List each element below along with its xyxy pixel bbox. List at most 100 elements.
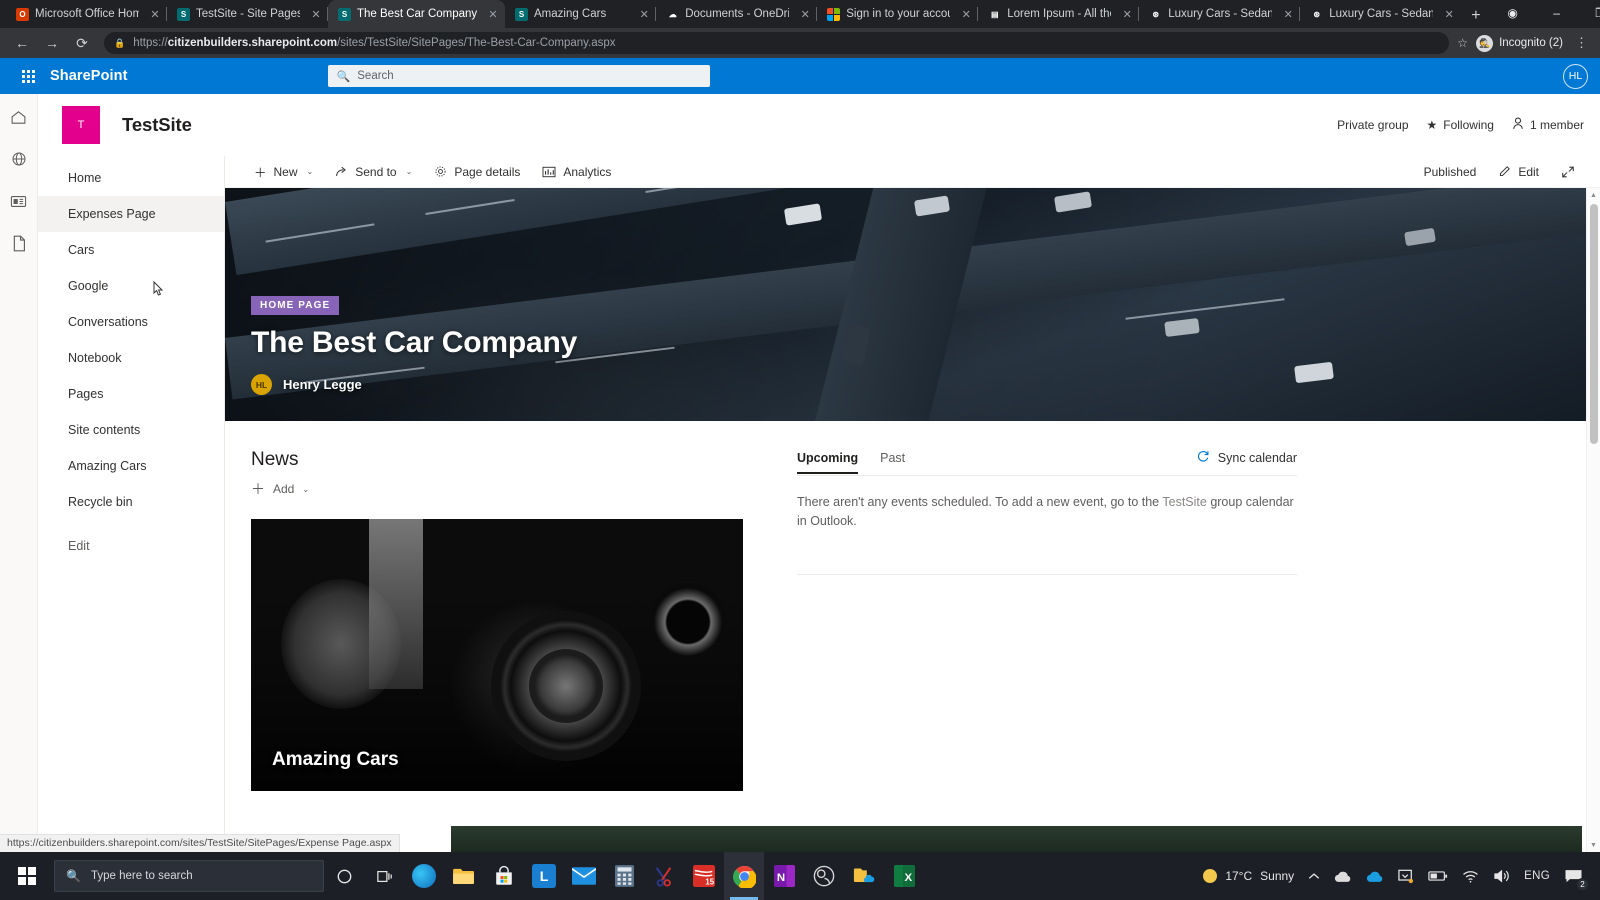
document-icon[interactable] [6,230,32,256]
adobe-icon[interactable]: 15 [684,852,724,900]
sidebar-item-google[interactable]: Google [64,268,224,304]
suite-bar-actions: HL [1563,63,1588,89]
start-button[interactable] [4,852,50,900]
tab-close-icon[interactable]: ✕ [1443,8,1455,21]
cloud-icon-gray[interactable] [1327,852,1359,900]
scrollbar-thumb[interactable] [1590,204,1598,444]
file-explorer-icon[interactable] [444,852,484,900]
members-button[interactable]: 1 member [1512,117,1584,133]
tab-close-icon[interactable]: ✕ [960,8,972,21]
browser-tab-8[interactable]: ⊛ Luxury Cars - Sedans, ✕ [1300,0,1461,28]
mail-icon[interactable] [564,852,604,900]
chrome-icon[interactable] [724,852,764,900]
edit-button[interactable]: Edit [1487,156,1550,188]
sidebar-item-cars[interactable]: Cars [64,232,224,268]
browser-tab-4[interactable]: ☁ Documents - OneDriv ✕ [656,0,818,28]
screen-icon[interactable] [1391,852,1421,900]
excel-icon[interactable]: X [884,852,924,900]
edge-icon[interactable] [404,852,444,900]
browser-tab-2-active[interactable]: S The Best Car Company ✕ [328,0,505,28]
obs-icon[interactable] [804,852,844,900]
calculator-icon[interactable] [604,852,644,900]
browser-tab-1[interactable]: S TestSite - Site Pages - ✕ [167,0,328,28]
hero-banner[interactable]: HOME PAGE The Best Car Company HL Henry … [225,188,1600,421]
browser-menu-icon[interactable]: ⋮ [1571,35,1592,51]
browser-tab-3[interactable]: S Amazing Cars ✕ [505,0,657,28]
analytics-button[interactable]: Analytics [531,156,622,188]
speaker-icon[interactable] [1486,852,1517,900]
tab-close-icon[interactable]: ✕ [1121,8,1133,21]
reload-button[interactable]: ⟳ [68,29,96,57]
testsite-group-link[interactable]: TestSite [1162,495,1206,509]
new-button[interactable]: ＋ New ⌄ [243,156,324,188]
wifi-icon[interactable] [1455,852,1486,900]
bookmark-star-icon[interactable]: ☆ [1457,36,1468,50]
search-input[interactable]: 🔍 Search [327,65,710,87]
browser-tab-5[interactable]: Sign in to your accoun ✕ [817,0,979,28]
task-view-icon[interactable] [364,852,404,900]
new-tab-button[interactable]: + [1461,7,1490,28]
tab-close-icon[interactable]: ✕ [487,8,499,21]
sidebar-item-pages[interactable]: Pages [64,376,224,412]
tab-close-icon[interactable]: ✕ [638,8,650,21]
avatar[interactable]: HL [1563,63,1588,89]
news-icon[interactable] [6,188,32,214]
scroll-up-arrow[interactable]: ▲ [1587,188,1600,202]
back-button[interactable]: ← [8,29,36,57]
news-web-part: News ＋ Add ⌄ Amazing Cars [251,449,771,791]
minimize-button[interactable]: – [1535,0,1579,26]
sharepoint-brand[interactable]: SharePoint [50,68,128,84]
address-bar[interactable]: 🔒 https://citizenbuilders.sharepoint.com… [104,32,1450,54]
pencil-icon [1498,165,1511,178]
sidebar-item-notebook[interactable]: Notebook [64,340,224,376]
site-logo[interactable]: T [62,106,100,144]
sync-calendar-button[interactable]: Sync calendar [1196,449,1297,475]
taskbar-search-input[interactable]: 🔍 Type here to search [54,860,324,892]
incognito-indicator[interactable]: 🕵 Incognito (2) [1476,34,1563,52]
news-card[interactable]: Amazing Cars [251,519,743,791]
language-indicator[interactable]: ENG [1517,852,1557,900]
page-title[interactable]: TestSite [122,114,192,136]
weather-widget[interactable]: 17°C Sunny [1196,852,1301,900]
add-news-button[interactable]: ＋ Add ⌄ [251,479,771,499]
page-scrollbar[interactable]: ▲ ▼ [1586,188,1600,852]
cortana-icon[interactable] [324,852,364,900]
tab-close-icon[interactable]: ✕ [310,8,322,21]
linkedin-icon[interactable]: L [524,852,564,900]
sidebar-edit-button[interactable]: Edit [64,528,224,564]
sidebar-item-expenses-page[interactable]: Expenses Page [38,196,224,232]
events-web-part: Upcoming Past Sync calendar There aren't… [797,449,1297,791]
expand-button[interactable] [1550,156,1586,188]
browser-tab-6[interactable]: ▤ Lorem Ipsum - All the ✕ [978,0,1140,28]
sidebar-item-recycle-bin[interactable]: Recycle bin [64,484,224,520]
notification-icon[interactable]: 2 [1557,852,1590,900]
following-button[interactable]: ★ Following [1427,118,1494,132]
scroll-down-arrow[interactable]: ▼ [1587,838,1600,852]
chevron-up-icon[interactable] [1301,852,1327,900]
onenote-icon[interactable]: N [764,852,804,900]
send-to-button[interactable]: Send to ⌄ [324,156,423,188]
tab-upcoming[interactable]: Upcoming [797,451,859,474]
tab-close-icon[interactable]: ✕ [799,8,811,21]
sidebar-item-site-contents[interactable]: Site contents [64,412,224,448]
sidebar-item-amazing-cars[interactable]: Amazing Cars [64,448,224,484]
sidebar-item-home[interactable]: Home [64,160,224,196]
forward-button[interactable]: → [38,29,66,57]
globe-icon[interactable] [6,146,32,172]
microsoft-store-icon[interactable] [484,852,524,900]
sidebar-item-conversations[interactable]: Conversations [64,304,224,340]
snip-tool-icon[interactable] [644,852,684,900]
page-details-button[interactable]: Page details [423,156,531,188]
tab-close-icon[interactable]: ✕ [149,8,161,21]
app-launcher-icon[interactable] [12,58,44,94]
cloud-icon-blue[interactable] [1359,852,1391,900]
browser-tab-7[interactable]: ⊛ Luxury Cars - Sedans, ✕ [1139,0,1301,28]
battery-icon[interactable] [1421,852,1455,900]
profile-dot-icon[interactable]: ◉ [1491,0,1535,26]
tab-past[interactable]: Past [880,451,905,474]
onedrive-folder-icon[interactable] [844,852,884,900]
maximize-button[interactable]: ❐ [1579,0,1600,26]
home-icon[interactable] [6,104,32,130]
browser-tab-0[interactable]: O Microsoft Office Home ✕ [6,0,167,28]
tab-close-icon[interactable]: ✕ [1282,8,1294,21]
